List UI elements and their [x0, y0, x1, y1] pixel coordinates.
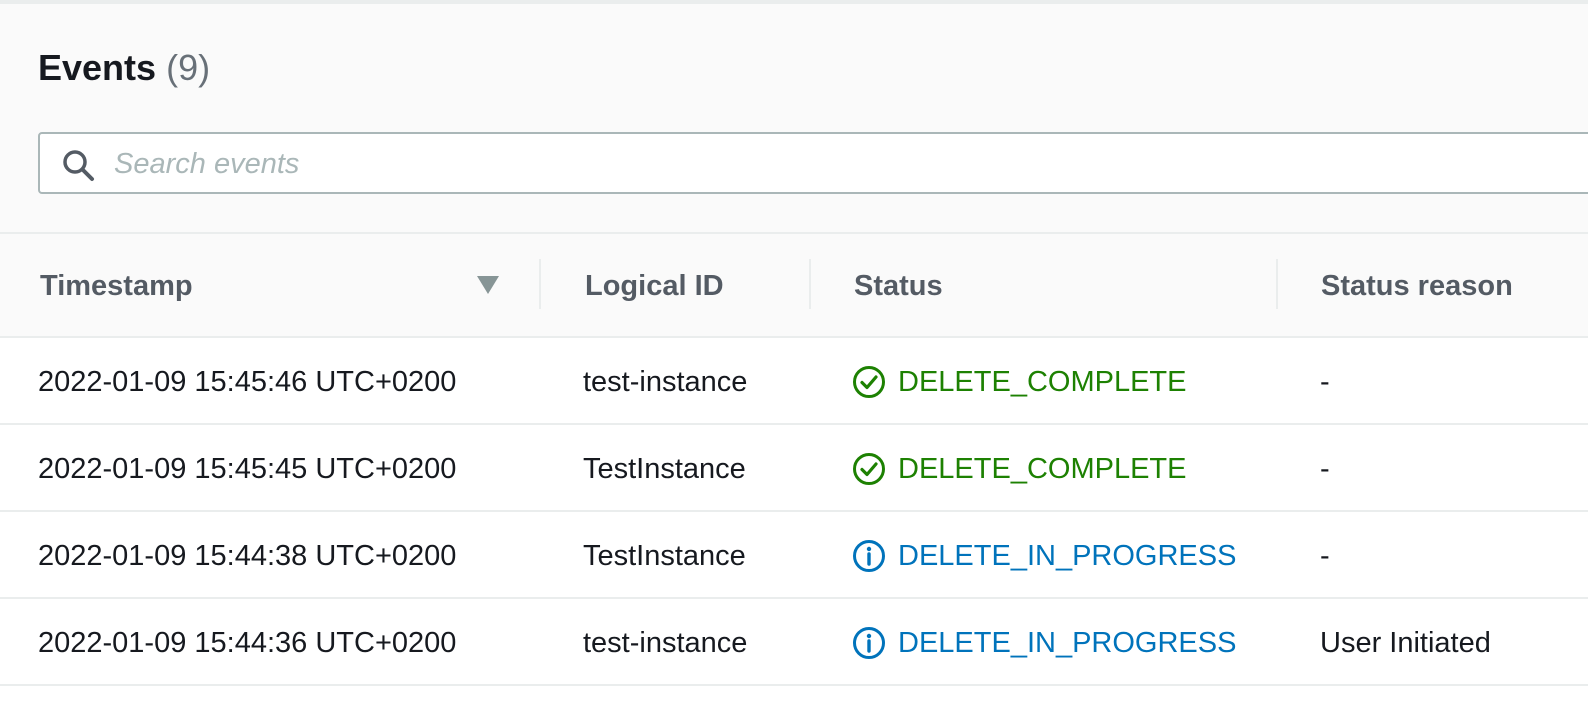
column-resizer[interactable]: [539, 259, 541, 309]
status-text: DELETE_COMPLETE: [898, 366, 1187, 398]
logical-id-cell: TestInstance: [583, 540, 746, 572]
search-box[interactable]: [38, 132, 1588, 194]
table-header: Timestamp Logical ID Status Status reaso…: [0, 234, 1588, 338]
sort-descending-icon[interactable]: [476, 274, 500, 296]
status-reason-cell: -: [1320, 540, 1330, 572]
table-row[interactable]: 2022-01-09 15:45:45 UTC+0200 TestInstanc…: [0, 425, 1588, 512]
status-reason-cell: -: [1320, 453, 1330, 485]
column-resizer[interactable]: [809, 259, 811, 309]
column-header-logical-id: Logical ID: [585, 270, 724, 302]
events-count: (9): [166, 47, 211, 88]
column-header-timestamp[interactable]: Timestamp: [40, 268, 193, 304]
status-text: DELETE_COMPLETE: [898, 453, 1187, 485]
timestamp-cell: 2022-01-09 15:45:46 UTC+0200: [38, 366, 457, 398]
info-circle-icon: [853, 540, 885, 572]
timestamp-cell: 2022-01-09 15:44:38 UTC+0200: [38, 540, 457, 572]
status-text: DELETE_IN_PROGRESS: [898, 627, 1237, 659]
logical-id-cell: test-instance: [583, 366, 748, 398]
check-circle-icon: [853, 453, 885, 485]
logical-id-cell: TestInstance: [583, 453, 746, 485]
timestamp-cell: 2022-01-09 15:45:45 UTC+0200: [38, 453, 457, 485]
table-row[interactable]: 2022-01-09 15:44:36 UTC+0200 test-instan…: [0, 599, 1588, 686]
column-resizer[interactable]: [1276, 259, 1278, 309]
info-circle-icon: [853, 627, 885, 659]
status-reason-cell: User Initiated: [1320, 627, 1491, 659]
status-reason-cell: -: [1320, 366, 1330, 398]
page-title: Events (9): [38, 46, 210, 90]
check-circle-icon: [853, 366, 885, 398]
logical-id-cell: test-instance: [583, 627, 748, 659]
events-title: Events: [38, 47, 157, 88]
table-row[interactable]: 2022-01-09 15:45:46 UTC+0200 test-instan…: [0, 338, 1588, 425]
column-header-status: Status: [854, 270, 943, 302]
status-text: DELETE_IN_PROGRESS: [898, 540, 1237, 572]
table-row[interactable]: 2022-01-09 15:44:38 UTC+0200 TestInstanc…: [0, 512, 1588, 599]
search-icon: [63, 150, 94, 181]
column-header-status-reason: Status reason: [1321, 270, 1513, 302]
search-input[interactable]: [112, 140, 1516, 188]
timestamp-cell: 2022-01-09 15:44:36 UTC+0200: [38, 627, 457, 659]
events-header: Events (9): [0, 4, 1588, 234]
